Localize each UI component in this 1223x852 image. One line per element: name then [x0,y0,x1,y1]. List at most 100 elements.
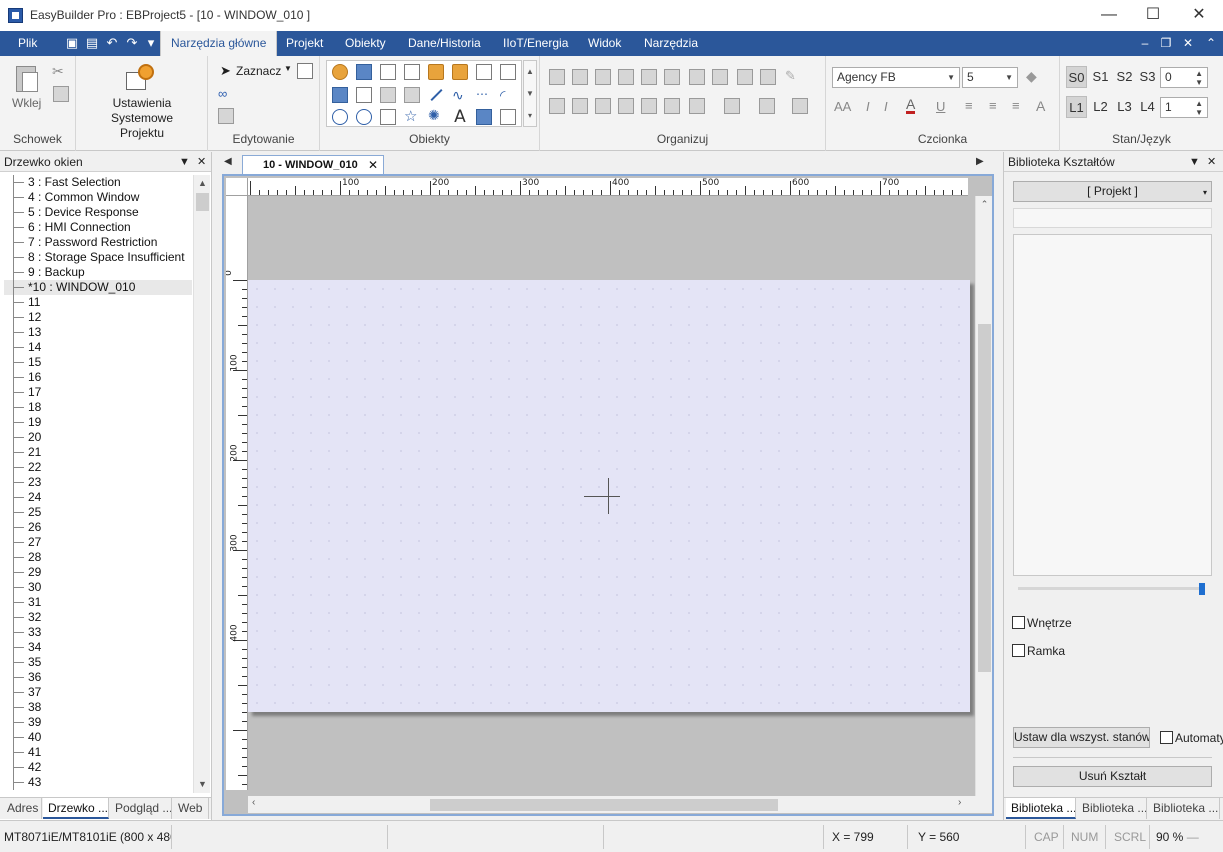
tree-item[interactable]: *10 : WINDOW_010 [4,280,192,295]
center-icon[interactable] [641,98,657,114]
tree-item[interactable]: 16 [4,370,192,385]
network-icon[interactable]: ⋯ [476,87,488,101]
layer-icon[interactable] [689,98,705,114]
tab-tools[interactable]: Narzędzia [634,31,708,56]
tree-item[interactable]: 22 [4,460,192,475]
mdi-minimize-button[interactable]: ‒ [1136,35,1154,51]
flip-icon[interactable] [759,98,775,114]
align-center-icon[interactable] [572,69,588,85]
tree-item[interactable]: 14 [4,340,192,355]
scroll-thumb[interactable] [430,799,778,811]
picture-icon[interactable] [476,109,492,125]
maximize-button[interactable]: ☐ [1130,0,1176,31]
tree-item[interactable]: 9 : Backup [4,265,192,280]
lang-l1-button[interactable]: L1 [1066,96,1087,118]
state-s3-button[interactable]: S3 [1137,66,1158,88]
paste-button[interactable]: Wklej [12,96,41,110]
tree-item[interactable]: 34 [4,640,192,655]
group-icon[interactable] [737,69,753,85]
scroll-thumb[interactable] [196,193,209,211]
bulb-icon[interactable] [332,64,348,80]
text-style-icon[interactable]: A [1036,98,1045,114]
lang-l2-button[interactable]: L2 [1090,96,1111,118]
lang-l3-button[interactable]: L3 [1114,96,1135,118]
tab-window-tree[interactable]: Drzewko ... [43,798,109,819]
tree-item[interactable]: 11 [4,295,192,310]
tree-item[interactable]: 13 [4,325,192,340]
size-slider-thumb[interactable] [1199,583,1205,595]
tree-item[interactable]: 21 [4,445,192,460]
redo-icon[interactable]: ↷ [124,35,140,51]
design-canvas[interactable] [248,280,970,712]
align-text-right-icon[interactable]: ≡ [1012,98,1020,113]
order-icon[interactable] [724,98,740,114]
tree-item[interactable]: 7 : Password Restriction [4,235,192,250]
tree-item[interactable]: 4 : Common Window [4,190,192,205]
same-width-icon[interactable] [689,69,705,85]
underline-icon[interactable]: U [936,99,945,114]
link-icon[interactable]: ∞ [218,86,227,101]
remove-shape-button[interactable]: Usuń Kształt [1013,766,1212,787]
tree-item[interactable]: 26 [4,520,192,535]
shape-search-field[interactable] [1013,208,1212,228]
undo-icon[interactable]: ↶ [104,35,120,51]
tab-home[interactable]: Narzędzia główne [160,31,278,56]
tree-item[interactable]: 41 [4,745,192,760]
tree-item[interactable]: 6 : HMI Connection [4,220,192,235]
numeric-display-icon[interactable] [380,87,396,103]
text-icon[interactable]: A [452,109,468,126]
align-text-center-icon[interactable]: ≡ [989,98,997,113]
save-icon[interactable]: ▣ [64,35,80,51]
tab-library-1[interactable]: Biblioteka ... [1006,798,1076,819]
pin-icon[interactable]: ▼ [1189,152,1200,172]
align-right-icon[interactable] [595,69,611,85]
scroll-thumb[interactable] [978,324,991,672]
tree-item[interactable]: 30 [4,580,192,595]
mdi-restore-button[interactable]: ❐ [1157,35,1175,51]
tree-item[interactable]: 36 [4,670,192,685]
duplicate-icon[interactable] [218,108,234,124]
tree-item[interactable]: 20 [4,430,192,445]
tree-item[interactable]: 3 : Fast Selection [4,175,192,190]
tree-item[interactable]: 37 [4,685,192,700]
close-icon[interactable]: ✕ [368,156,378,174]
library-select[interactable]: [ Projekt ] ▾ [1013,181,1212,202]
state-spinner[interactable]: 0 ▲ ▼ [1160,67,1208,88]
scroll-up-icon[interactable]: ⌃ [976,196,993,213]
close-icon[interactable]: ✕ [197,152,206,172]
toggle-switch-icon[interactable] [356,64,372,80]
tree-item[interactable]: 18 [4,400,192,415]
slider-icon[interactable] [332,87,348,103]
tree-item[interactable]: 39 [4,715,192,730]
align-middle-icon[interactable] [641,69,657,85]
size-slider-track[interactable] [1018,587,1204,590]
tree-item[interactable]: 31 [4,595,192,610]
close-button[interactable]: ✕ [1176,0,1222,31]
tree-item[interactable]: 17 [4,385,192,400]
align-top-icon[interactable] [618,69,634,85]
tree-item[interactable]: 32 [4,610,192,625]
tree-item[interactable]: 35 [4,655,192,670]
tree-item[interactable]: 12 [4,310,192,325]
system-settings-button[interactable]: Ustawienia Systemowe Projektu [82,96,202,141]
tree-item[interactable]: 23 [4,475,192,490]
chevron-down-icon[interactable]: ▼ [284,64,292,73]
tab-address[interactable]: Adres [2,798,42,819]
circle-icon[interactable] [332,109,348,125]
space-h-icon[interactable] [595,98,611,114]
transparency-icon[interactable] [792,98,808,114]
align-left-icon[interactable] [549,69,565,85]
tree-item[interactable]: 27 [4,535,192,550]
rectangle-icon[interactable] [380,109,396,125]
language-spinner[interactable]: 1 ▲ ▼ [1160,97,1208,118]
tab-scroll-right-icon[interactable]: ▶ [976,156,984,167]
tree-item[interactable]: 15 [4,355,192,370]
scroll-left-icon[interactable]: ‹ [252,797,255,808]
tree-item[interactable]: 5 : Device Response [4,205,192,220]
mdi-close-button[interactable]: ✕ [1179,35,1197,51]
tab-web[interactable]: Web [173,798,209,819]
minimize-button[interactable]: — [1086,0,1132,31]
frame-icon[interactable] [500,109,516,125]
interior-checkbox[interactable] [1012,616,1025,629]
ruler-corner-icon[interactable] [226,178,248,196]
